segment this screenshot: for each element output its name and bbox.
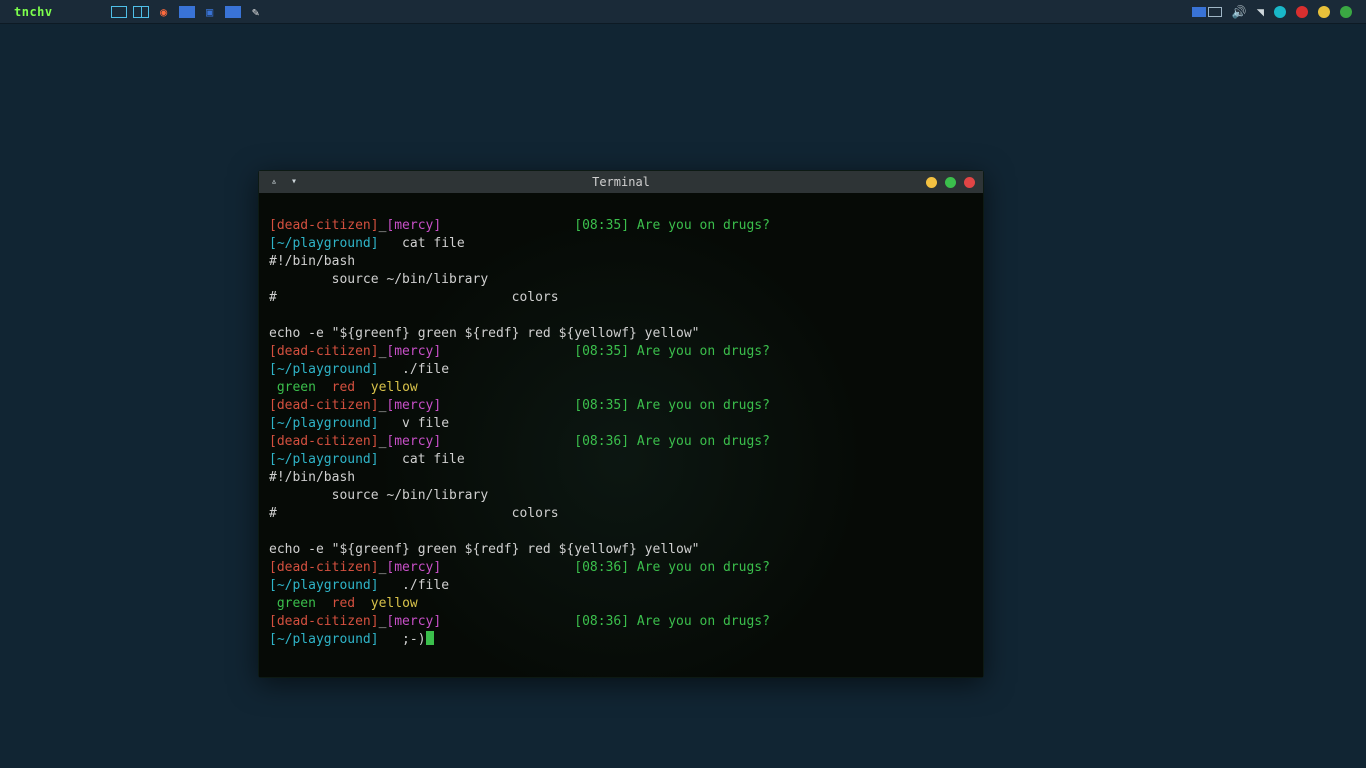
workspace-icon-2[interactable] [133, 6, 149, 18]
workspace-2[interactable] [1208, 7, 1222, 17]
system-tray: 🔊 ◥ [1192, 5, 1358, 19]
titlebar-menu-up-icon[interactable]: ▵ [267, 175, 281, 189]
window-title: Terminal [259, 175, 983, 189]
prompt-line: [dead-citizen]_[mercy] [08:35] Are you o… [269, 218, 770, 233]
file-output: echo -e "${greenf} green ${redf} red ${y… [269, 326, 699, 341]
tray-dot-3[interactable] [1318, 6, 1330, 18]
cmd-output: green red yellow [269, 380, 418, 395]
prompt-line: [dead-citizen]_[mercy] [08:35] Are you o… [269, 398, 770, 413]
tray-dot-4[interactable] [1340, 6, 1352, 18]
applications-menu[interactable]: tnchv [8, 5, 59, 19]
prompt-line: [dead-citizen]_[mercy] [08:36] Are you o… [269, 434, 770, 449]
window-titlebar[interactable]: ▵ ▾ Terminal [259, 171, 983, 193]
cmd-line: [~/playground] cat file [269, 236, 465, 251]
minimize-button[interactable] [926, 177, 937, 188]
file-output: source ~/bin/library [269, 272, 488, 287]
folder-icon[interactable] [225, 6, 241, 18]
maximize-button[interactable] [945, 177, 956, 188]
wifi-icon[interactable]: ◥ [1257, 5, 1264, 19]
top-panel: tnchv ◉ ▣ ✎ 🔊 ◥ [0, 0, 1366, 24]
prompt-line: [dead-citizen]_[mercy] [08:35] Are you o… [269, 344, 770, 359]
firefox-icon[interactable]: ◉ [155, 4, 173, 20]
cmd-line: [~/playground] ./file [269, 362, 449, 377]
file-output: # colors [269, 290, 559, 305]
tray-dot-2[interactable] [1296, 6, 1308, 18]
file-output: #!/bin/bash [269, 470, 355, 485]
cmd-line: [~/playground] ./file [269, 578, 449, 593]
cursor-block [426, 631, 434, 645]
titlebar-menu-down-icon[interactable]: ▾ [287, 175, 301, 189]
cmd-output: green red yellow [269, 596, 418, 611]
file-output: echo -e "${greenf} green ${redf} red ${y… [269, 542, 699, 557]
volume-icon[interactable]: 🔊 [1232, 5, 1247, 19]
terminal-body[interactable]: [dead-citizen]_[mercy] [08:35] Are you o… [259, 193, 983, 677]
window-controls [926, 177, 975, 188]
terminal-window: ▵ ▾ Terminal [dead-citizen]_[mercy] [08:… [258, 170, 984, 678]
file-output: source ~/bin/library [269, 488, 488, 503]
workspace-switcher[interactable] [1192, 7, 1222, 17]
cmd-line: [~/playground] v file [269, 416, 449, 431]
prompt-line: [dead-citizen]_[mercy] [08:36] Are you o… [269, 560, 770, 575]
text-editor-icon[interactable]: ✎ [247, 4, 265, 20]
workspace-1[interactable] [1192, 7, 1206, 17]
workspace-icon-1[interactable] [111, 6, 127, 18]
file-output: #!/bin/bash [269, 254, 355, 269]
current-prompt[interactable]: [~/playground] ;-) [269, 632, 434, 647]
close-button[interactable] [964, 177, 975, 188]
prompt-line: [dead-citizen]_[mercy] [08:36] Are you o… [269, 614, 770, 629]
file-output: # colors [269, 506, 559, 521]
cmd-line: [~/playground] cat file [269, 452, 465, 467]
files-icon[interactable] [179, 6, 195, 18]
display-icon[interactable]: ▣ [201, 4, 219, 20]
tray-dot-1[interactable] [1274, 6, 1286, 18]
